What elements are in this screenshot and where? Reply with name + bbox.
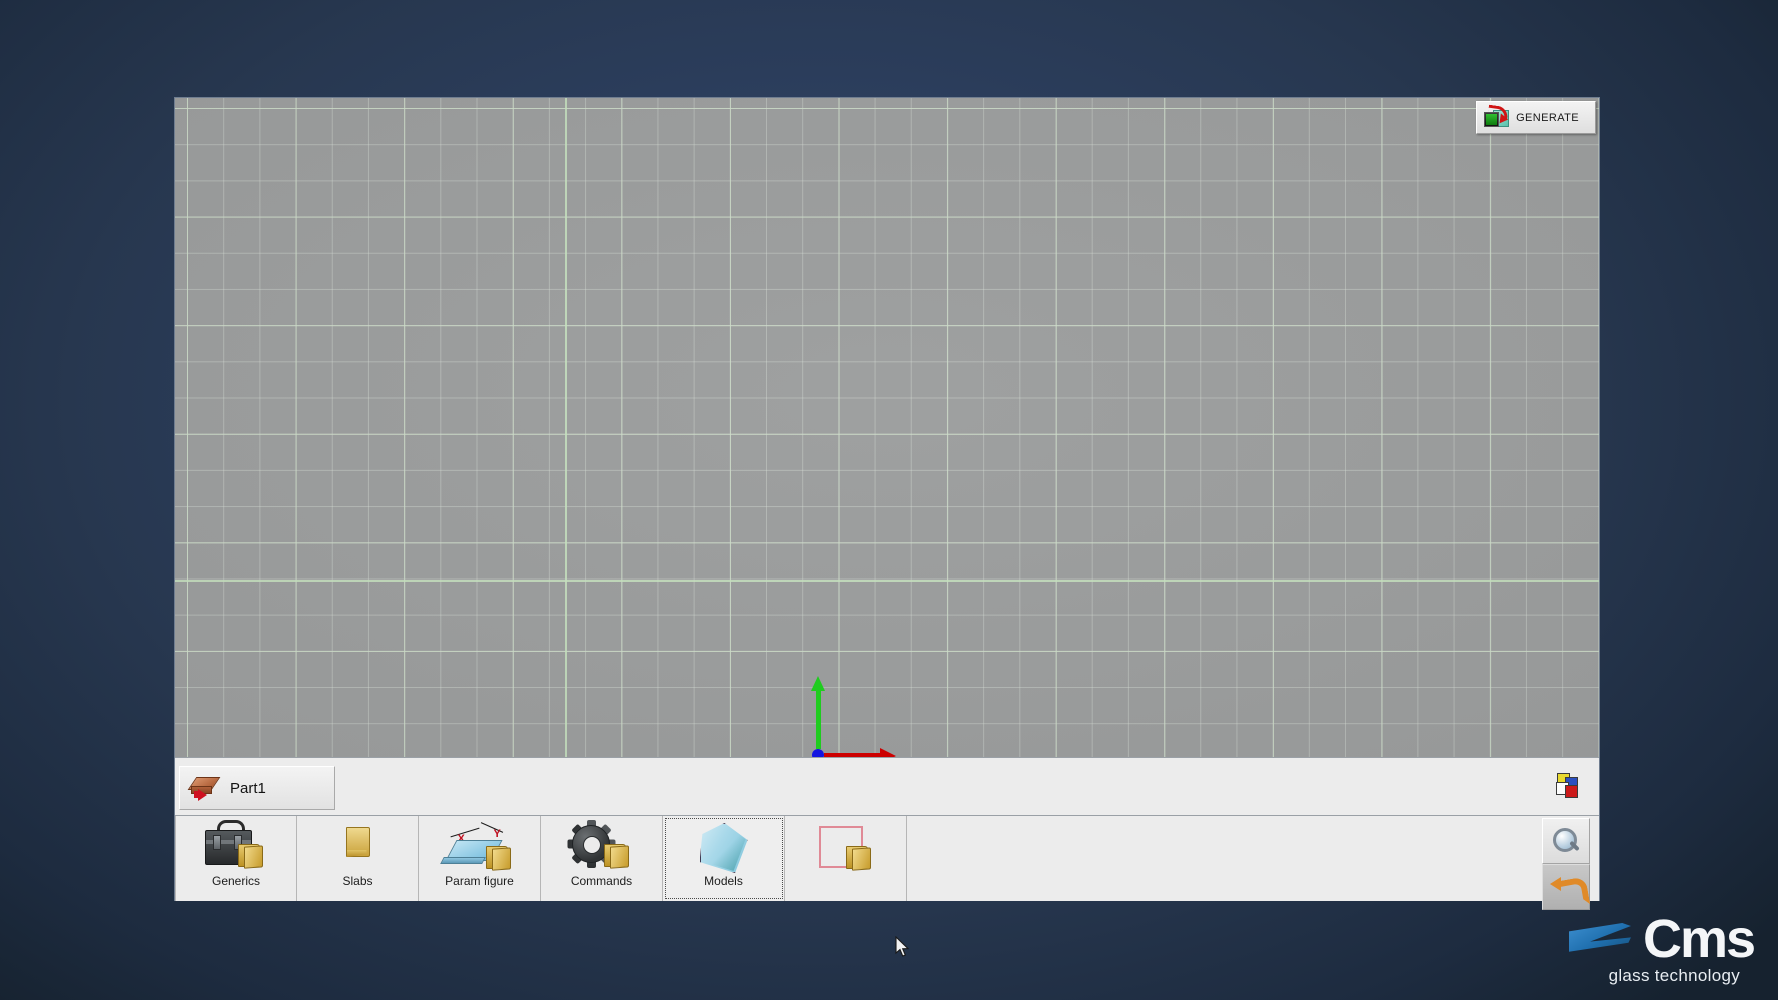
mouse-cursor-icon [895, 936, 910, 957]
application-window: GENERATE Part1 Generics Slabs X Y Param … [175, 98, 1599, 957]
command-item-models[interactable]: Models [663, 816, 785, 901]
command-item-generics[interactable]: Generics [175, 816, 297, 901]
generate-button-label: GENERATE [1516, 111, 1579, 124]
param-slab-xy-icon: X Y [439, 819, 516, 875]
grid-axis-line-horizontal [175, 580, 1599, 582]
origin-axes-gizmo [811, 676, 896, 757]
folder-icon [322, 819, 394, 875]
3d-viewport[interactable]: GENERATE [175, 98, 1599, 757]
grid-axis-line-vertical [565, 98, 567, 757]
undo-arrow-icon [1550, 874, 1591, 910]
magnifier-icon [1553, 828, 1580, 854]
desktop-background: GENERATE Part1 Generics Slabs X Y Param … [0, 0, 1778, 1000]
viewport-grid-major [175, 98, 1599, 757]
command-item-models-label: Models [704, 874, 743, 888]
command-item-param-figure[interactable]: X Y Param figure [419, 816, 541, 901]
x-axis-arrowhead-icon [880, 748, 896, 757]
generate-button[interactable]: GENERATE [1476, 101, 1596, 134]
cms-swoosh-icon [1569, 921, 1631, 957]
toolbox-folder-icon [200, 819, 272, 875]
command-item-slabs-label: Slabs [342, 874, 373, 888]
generate-icon [1484, 104, 1510, 128]
gear-folder-icon [566, 819, 638, 875]
command-item-generics-label: Generics [211, 874, 261, 888]
zoom-button[interactable] [1542, 818, 1590, 864]
command-item-commands[interactable]: Commands [541, 816, 663, 901]
command-item-commands-label: Commands [570, 874, 633, 888]
origin-point-icon [812, 749, 824, 757]
command-item-slabs[interactable]: Slabs [297, 816, 419, 901]
tab-part1-label: Part1 [230, 779, 266, 797]
cms-wordmark: Cms [1642, 909, 1756, 969]
cms-tagline: glass technology [1608, 966, 1740, 985]
tab-part1[interactable]: Part1 [179, 766, 335, 810]
slab-part-icon [187, 776, 221, 801]
y-axis-icon [816, 687, 821, 749]
glass-shape-icon [688, 819, 760, 875]
tab-strip: Part1 [175, 757, 1599, 816]
command-item-param-figure-label: Param figure [445, 874, 514, 888]
y-axis-arrowhead-icon [811, 676, 825, 691]
command-item-shapes[interactable] [785, 816, 907, 901]
layers-color-icon[interactable] [1553, 772, 1581, 798]
command-bar: Generics Slabs X Y Param figure Commands… [175, 815, 1599, 910]
cms-logo: Cms glass technology [1569, 909, 1756, 986]
undo-button[interactable] [1542, 864, 1591, 910]
command-item-list: Generics Slabs X Y Param figure Commands… [175, 816, 907, 901]
red-rect-folder-icon [810, 819, 882, 875]
